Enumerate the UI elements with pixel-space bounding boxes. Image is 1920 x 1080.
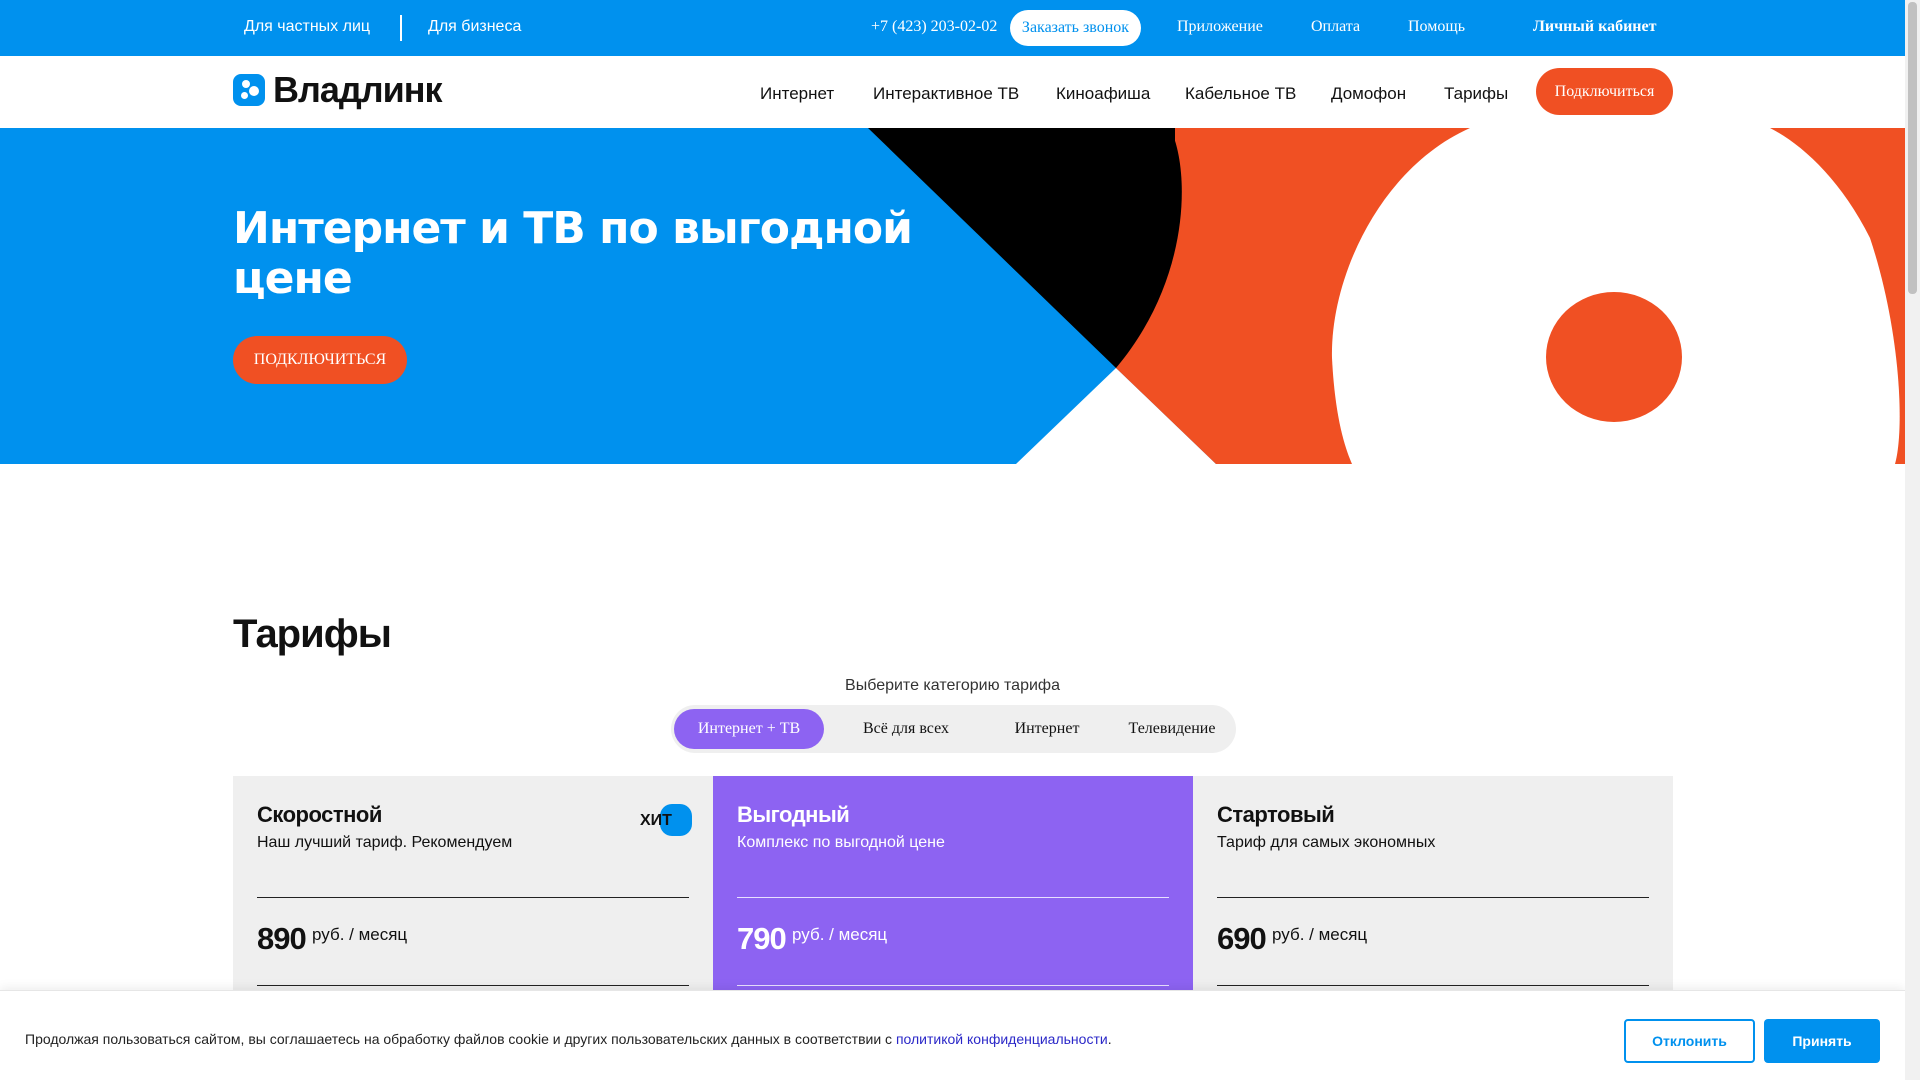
tab-all-for-all[interactable]: Всё для всех [836,709,976,749]
tariff-category-tabs: Интернет + ТВ Всё для всех Интернет Теле… [671,705,1236,753]
nav-item-internet[interactable]: Интернет [760,84,834,104]
tariff-description: Наш лучший тариф. Рекомендуем [257,834,513,851]
tab-internet-tv[interactable]: Интернет + ТВ [674,709,824,749]
nav-item-cinema[interactable]: Киноафиша [1056,84,1150,104]
badge-label: ХИТ [640,812,672,829]
nav-item-cable-tv[interactable]: Кабельное ТВ [1185,84,1296,104]
segment-business[interactable]: Для бизнеса [428,18,521,36]
card-divider [1217,897,1649,898]
hero-banner: Интернет и ТВ по выгодной цене ПОДКЛЮЧИТ… [0,128,1905,464]
top-bar: Для частных лиц Для бизнеса +7 (423) 203… [0,0,1905,56]
tariff-price-unit: руб. / месяц [312,925,408,944]
cookie-text: Продолжая пользоваться сайтом, вы соглаш… [25,1031,1112,1047]
personal-cabinet-link[interactable]: Личный кабинет [1533,18,1656,36]
tariff-name: Стартовый [1217,802,1335,827]
hero-connect-button[interactable]: ПОДКЛЮЧИТЬСЯ [233,336,407,384]
page-scrollbar[interactable] [1905,0,1920,1080]
tab-television[interactable]: Телевидение [1111,709,1233,749]
tariff-description: Тариф для самых экономных [1217,834,1436,851]
segment-private[interactable]: Для частных лиц [244,18,370,36]
main-nav: Владлинк Интернет Интерактивное ТВ Киноа… [0,56,1905,128]
tariff-description: Комплекс по выгодной цене [737,834,945,851]
help-link[interactable]: Помощь [1408,18,1465,36]
connect-button[interactable]: Подключиться [1536,68,1673,115]
card-divider [737,897,1169,898]
logo-text: Владлинк [273,69,443,110]
card-divider [737,985,1169,986]
segment-divider [400,15,402,41]
nav-item-tariffs[interactable]: Тарифы [1444,84,1508,104]
card-divider [1217,985,1649,986]
card-divider [257,897,689,898]
logo[interactable]: Владлинк [233,69,443,110]
hero-title: Интернет и ТВ по выгодной цене [233,203,913,304]
cookie-decline-button[interactable]: Отклонить [1624,1019,1755,1063]
privacy-policy-link[interactable]: политикой конфиденциальности [896,1031,1108,1047]
cookie-banner: Продолжая пользоваться сайтом, вы соглаш… [0,990,1905,1080]
payment-link[interactable]: Оплата [1311,18,1360,36]
hit-badge: ХИТ [640,804,692,836]
card-divider [257,985,689,986]
nav-item-intercom[interactable]: Домофон [1331,84,1406,104]
tariff-price-unit: руб. / месяц [1272,925,1368,944]
tariffs-title: Тарифы [233,612,392,656]
tariffs-subtitle: Выберите категорию тарифа [845,677,1060,694]
order-call-button[interactable]: Заказать звонок [1010,10,1141,46]
tariff-price: 790 [737,921,787,956]
cookie-suffix: . [1107,1031,1112,1047]
cookie-message: Продолжая пользоваться сайтом, вы соглаш… [25,1031,893,1047]
logo-icon [233,74,265,106]
cookie-accept-button[interactable]: Принять [1764,1019,1880,1063]
phone-link[interactable]: +7 (423) 203-02-02 [871,18,997,36]
nav-item-interactive-tv[interactable]: Интерактивное ТВ [873,84,1019,104]
tariff-name: Скоростной [257,802,382,827]
tab-internet[interactable]: Интернет [987,709,1107,749]
app-link[interactable]: Приложение [1177,18,1263,36]
scrollbar-thumb[interactable] [1908,2,1917,294]
tariff-price-unit: руб. / месяц [792,925,888,944]
tariff-name: Выгодный [737,802,850,827]
tariff-price: 690 [1217,921,1267,956]
tariff-price: 890 [257,921,307,956]
